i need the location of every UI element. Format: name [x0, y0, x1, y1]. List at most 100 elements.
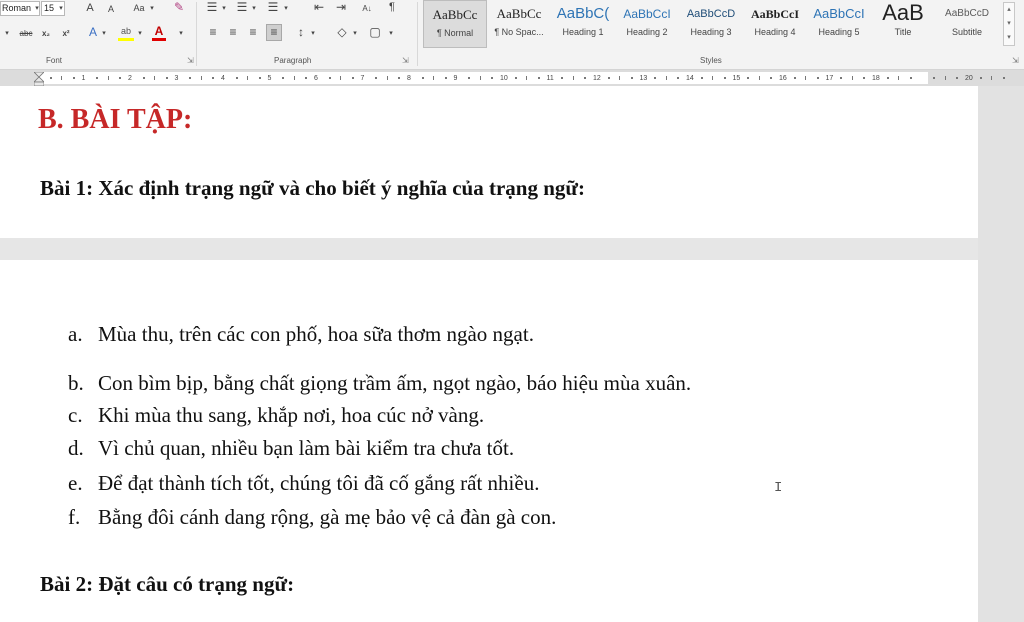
font-row2-dropdown-icon[interactable]: ▾ [2, 26, 12, 41]
highlight-color-bar [118, 38, 134, 41]
shading-icon[interactable]: ◇ [335, 25, 349, 40]
text-effects-button[interactable]: A [86, 25, 100, 40]
font-color-dropdown-icon[interactable]: ▾ [178, 26, 184, 41]
font-dialog-launcher-icon[interactable]: ⇲ [187, 56, 194, 65]
ruler-number: 12 [593, 75, 601, 82]
grow-font-button[interactable]: A [84, 1, 96, 16]
increase-indent-icon[interactable]: ⇥ [333, 0, 349, 15]
list-item-text: Để đạt thành tích tốt, chúng tôi đã cố g… [98, 471, 540, 495]
ruler-dot [770, 77, 773, 79]
ruler-dot [398, 77, 401, 79]
ruler-dot [572, 76, 574, 80]
highlight-dropdown-icon[interactable]: ▾ [137, 26, 143, 41]
align-left-icon[interactable]: ≡ [206, 25, 220, 40]
styles-dialog-launcher-icon[interactable]: ⇲ [1012, 56, 1019, 65]
line-spacing-dropdown-icon[interactable]: ▾ [310, 26, 316, 41]
ruler-dot [851, 76, 853, 80]
ruler-dot [805, 76, 807, 80]
list-item: a. Mùa thu, trên các con phố, hoa sữa thơ… [68, 322, 534, 347]
ruler-dot [142, 77, 145, 79]
ruler-number: 11 [546, 75, 554, 82]
style-preview: AaBbC( [556, 5, 610, 22]
font-color-button[interactable]: A [152, 24, 166, 39]
align-center-icon[interactable]: ≡ [226, 25, 240, 40]
list-item-text: Mùa thu, trên các con phố, hoa sữa thơm … [98, 322, 534, 346]
exercise1-title: Bài 1: Xác định trạng ngữ và cho biết ý … [40, 176, 586, 200]
ruler-dot [491, 77, 494, 79]
section-heading: B. BÀI TẬP: [38, 104, 193, 135]
change-case-button[interactable]: Aa [131, 1, 147, 16]
ruler-dot [433, 76, 435, 80]
style-title[interactable]: AaB Title [871, 0, 935, 48]
ruler-dot [712, 76, 714, 80]
style-normal[interactable]: AaBbCc ¶ Normal [423, 0, 487, 48]
shrink-font-button[interactable]: A [106, 2, 116, 17]
list-item: c. Khi mùa thu sang, khắp nơi, hoa cúc nở… [68, 403, 484, 428]
style-name: Heading 5 [818, 27, 860, 37]
style-preview: AaBbCc [432, 7, 478, 22]
gallery-more-icon[interactable]: ▾ [1004, 31, 1014, 45]
style-no-spacing[interactable]: AaBbCc ¶ No Spac... [487, 0, 551, 48]
font-color-bar [152, 38, 166, 41]
bullets-icon[interactable]: ☰ [204, 0, 220, 15]
ruler-dot [282, 77, 285, 79]
gallery-up-icon[interactable]: ▴ [1004, 3, 1014, 17]
show-formatting-icon[interactable]: ¶ [386, 0, 398, 15]
multilevel-list-dropdown-icon[interactable]: ▾ [283, 1, 289, 16]
decrease-indent-icon[interactable]: ⇤ [311, 0, 327, 15]
clear-formatting-icon[interactable]: ✎ [172, 0, 186, 15]
multilevel-list-icon[interactable]: ☰ [265, 0, 281, 15]
align-right-icon[interactable]: ≡ [246, 25, 260, 40]
style-heading-1[interactable]: AaBbC( Heading 1 [551, 0, 615, 48]
ruler-dot [328, 77, 331, 79]
style-heading-2[interactable]: AaBbCcI Heading 2 [615, 0, 679, 48]
font-name-dropdown-icon[interactable]: ▾ [33, 1, 41, 16]
horizontal-ruler[interactable]: 1 2 3 4 5 6 7 8 9 10 11 12 13 14 15 16 17 18 20 [0, 70, 1024, 86]
subscript-button[interactable]: x₂ [40, 26, 52, 41]
style-subtitle[interactable]: AaBbCcD Subtitle [935, 0, 999, 48]
style-heading-4[interactable]: AaBbCcI Heading 4 [743, 0, 807, 48]
borders-icon[interactable]: ▢ [368, 25, 382, 40]
strikethrough-button[interactable]: abc [17, 26, 35, 41]
style-heading-3[interactable]: AaBbCcD Heading 3 [679, 0, 743, 48]
style-name: ¶ No Spac... [494, 27, 544, 37]
styles-gallery-scroll[interactable]: ▴ ▾ ▾ [1003, 2, 1015, 46]
font-size-dropdown-icon[interactable]: ▾ [57, 1, 65, 16]
ruler-dot [991, 76, 993, 80]
ruler-number: 14 [686, 75, 694, 82]
text-effects-dropdown-icon[interactable]: ▾ [101, 26, 107, 41]
justify-icon[interactable]: ≡ [266, 24, 282, 41]
ruler-dot [305, 77, 308, 79]
ruler-dot [956, 77, 959, 79]
list-item: b. Con bìm bịp, bằng chất giọng trầm ấm, … [68, 371, 691, 396]
style-heading-5[interactable]: AaBbCcI Heading 5 [807, 0, 871, 48]
style-name: Title [894, 27, 912, 37]
shading-dropdown-icon[interactable]: ▾ [352, 26, 358, 41]
ruler-number: 1 [81, 75, 86, 82]
ruler-dot [340, 76, 342, 80]
gallery-down-icon[interactable]: ▾ [1004, 17, 1014, 31]
line-spacing-icon[interactable]: ↕ [294, 25, 308, 40]
style-name: Heading 4 [754, 27, 796, 37]
style-name: Subtitle [951, 27, 983, 37]
numbering-dropdown-icon[interactable]: ▾ [251, 1, 257, 16]
bullets-dropdown-icon[interactable]: ▾ [221, 1, 227, 16]
paragraph-dialog-launcher-icon[interactable]: ⇲ [402, 56, 409, 65]
borders-dropdown-icon[interactable]: ▾ [388, 26, 394, 41]
ruler-dot [247, 76, 249, 80]
indent-marker-icon[interactable] [34, 72, 44, 86]
ruler-dot [723, 77, 726, 79]
workspace-background [978, 86, 1024, 622]
sort-icon[interactable]: A↓ [360, 1, 374, 16]
ruler-dot [189, 77, 192, 79]
ruler-dot [700, 77, 703, 79]
superscript-button[interactable]: x² [60, 26, 72, 41]
ruler-dot [212, 77, 215, 79]
ruler-dot [165, 77, 168, 79]
highlight-button[interactable]: ab [118, 24, 134, 39]
ruler-number: 15 [732, 75, 741, 82]
change-case-dropdown-icon[interactable]: ▾ [149, 1, 155, 16]
ruler-dot [840, 77, 843, 79]
numbering-icon[interactable]: ☰ [234, 0, 250, 15]
paragraph-group-label: Paragraph [274, 56, 312, 65]
